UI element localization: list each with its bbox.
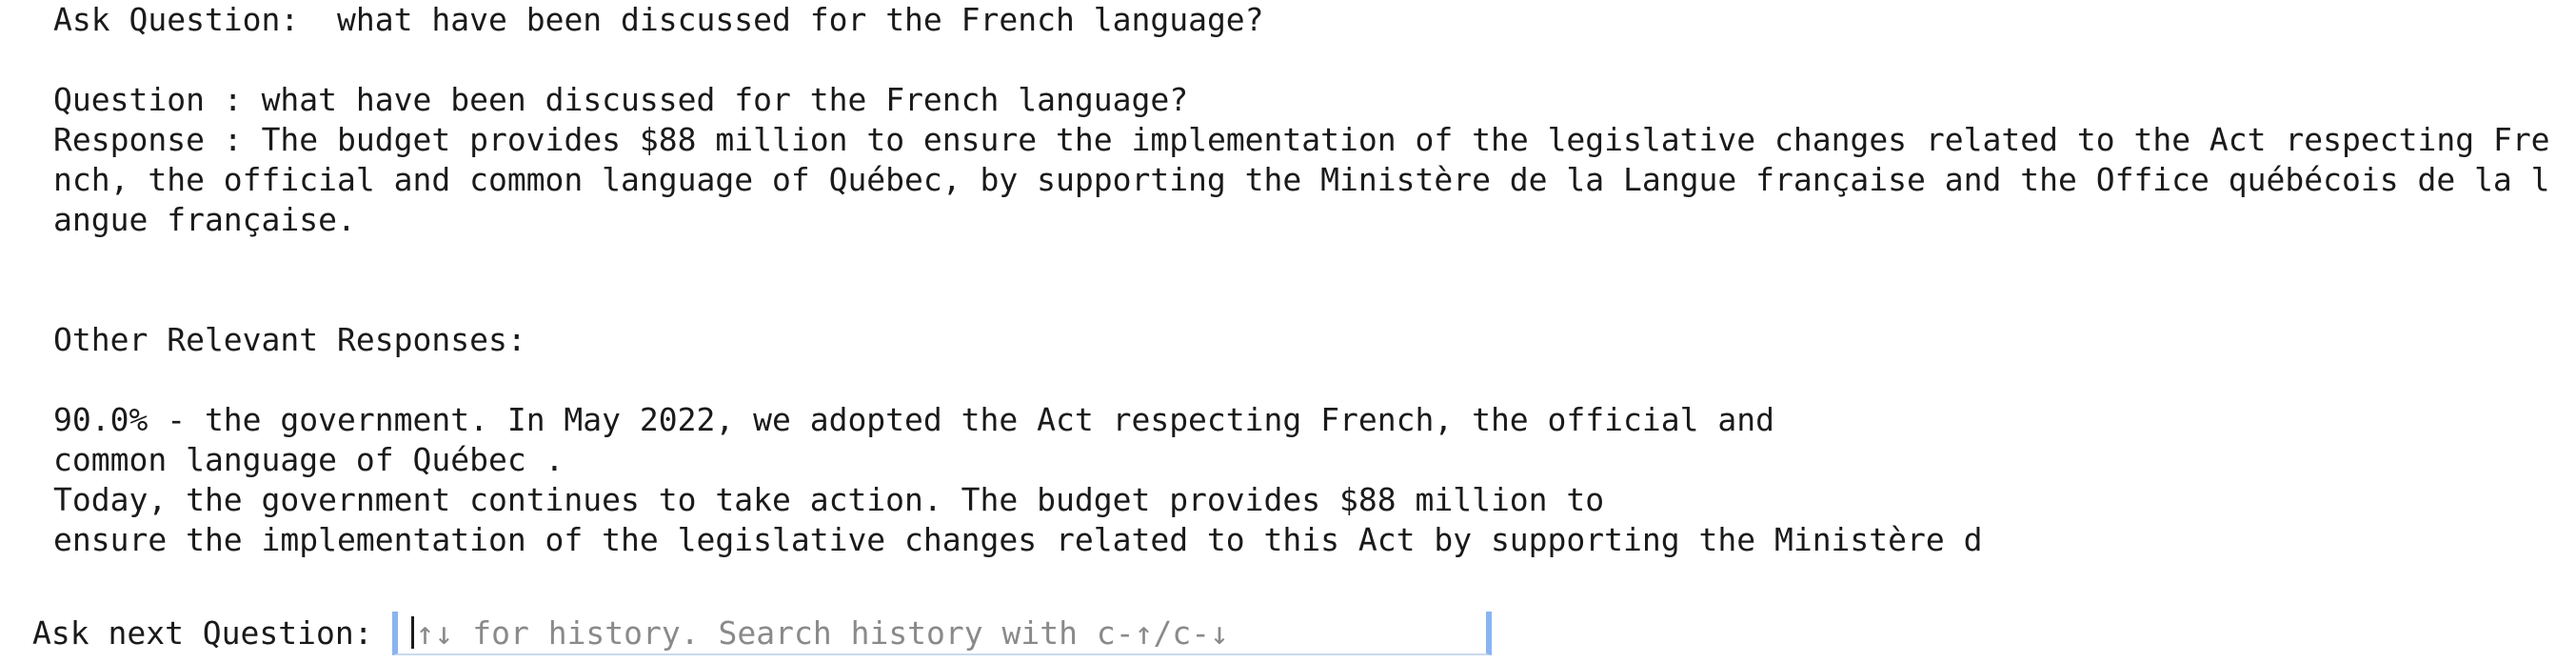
ask-question-line: Ask Question: what have been discussed f… — [53, 0, 2566, 40]
response-label: Response : — [53, 121, 243, 158]
response-text: The budget provides $88 million to ensur… — [53, 121, 2550, 238]
ask-question-label: Ask Question: — [53, 1, 300, 38]
question-text: what have been discussed for the French … — [261, 81, 1189, 118]
question-line: Question : what have been discussed for … — [53, 80, 2566, 120]
other-response-line: ensure the implementation of the legisla… — [53, 521, 1983, 558]
other-response-line: common language of Québec . — [53, 441, 565, 478]
next-question-input-box[interactable] — [391, 612, 1492, 655]
next-question-input[interactable] — [413, 613, 1486, 653]
other-responses-heading: Other Relevant Responses: — [53, 321, 526, 358]
next-question-prompt: Ask next Question: — [32, 610, 1492, 657]
question-label: Question : — [53, 81, 243, 118]
next-question-label: Ask next Question: — [32, 614, 373, 652]
ask-question-value: what have been discussed for the French … — [337, 1, 1264, 38]
other-response-line: Today, the government continues to take … — [53, 481, 1605, 518]
other-response-line: 90.0% - the government. In May 2022, we … — [53, 401, 1774, 438]
response-block: Response : The budget provides $88 milli… — [53, 120, 2566, 240]
terminal-output: Ask Question: what have been discussed f… — [53, 0, 2566, 560]
